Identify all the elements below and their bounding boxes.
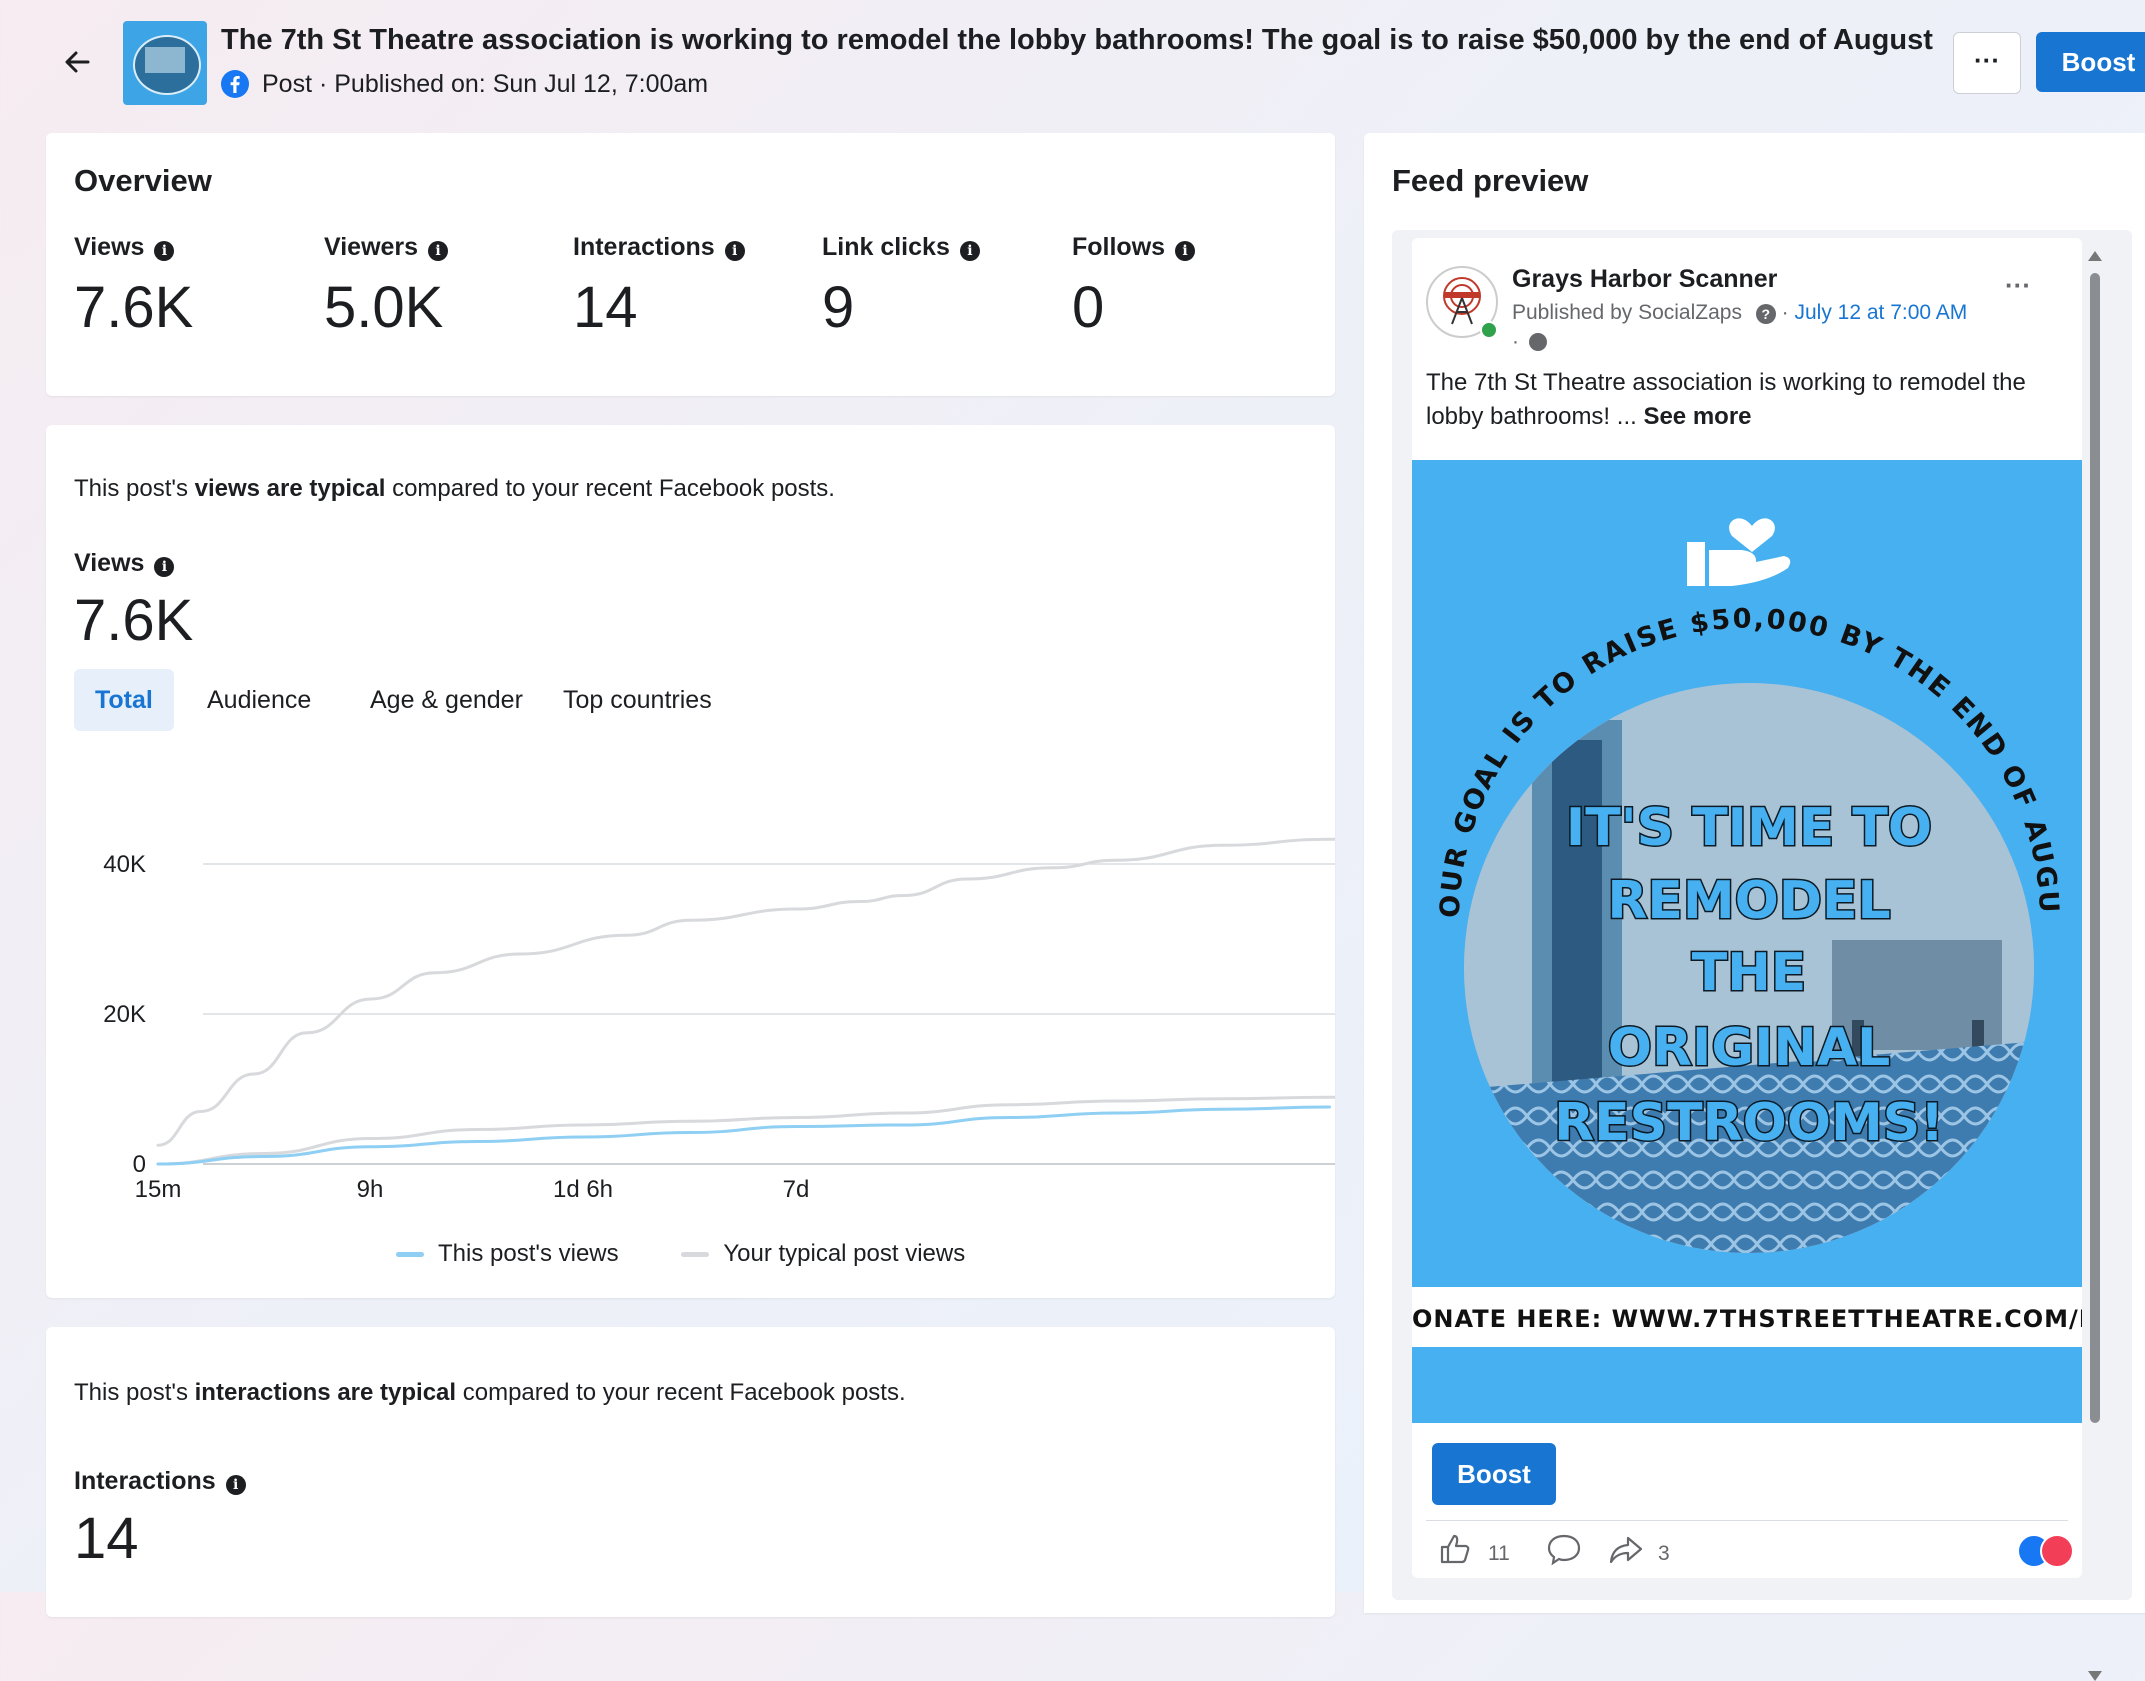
x-tick-label: 1d 6h [553, 1176, 613, 1203]
metric-value: 14 [573, 275, 638, 340]
y-tick-label: 0 [133, 1151, 146, 1178]
info-icon[interactable]: i [154, 240, 175, 261]
metric-label: Link clicks [822, 233, 950, 261]
image-line: ORIGINAL [1608, 1018, 1891, 1078]
boost-header-button[interactable]: Boost [2036, 32, 2145, 92]
online-dot [1480, 321, 1498, 339]
info-icon[interactable]: i [1175, 240, 1196, 261]
metric-follows: Follows i 0 [1072, 233, 1196, 341]
post-text: The 7th St Theatre association is workin… [1426, 366, 2066, 434]
metric-label: Follows [1072, 233, 1166, 261]
metric-label: Views [74, 233, 145, 261]
interactions-card: This post's interactions are typical com… [46, 1327, 1335, 1617]
donate-text: ONATE HERE: WWW.7THSTREETTHEATRE.COM/DON… [1412, 1305, 2082, 1333]
share-count: 3 [1658, 1542, 1670, 1565]
reaction-bar: 11 3 [1432, 1530, 2074, 1571]
published-by: Published by SocialZaps [1512, 301, 1742, 324]
legend-this-post: This post's views [438, 1240, 619, 1267]
metric-value: 0 [1072, 275, 1105, 340]
image-line: REMODEL [1607, 871, 1890, 931]
meta-separator: · [1781, 301, 1789, 324]
overview-card: Overview Views i 7.6K Viewers i 5.0K Inter… [46, 133, 1335, 396]
post-thumbnail [123, 21, 207, 105]
post-date-link[interactable]: July 12 at 7:00 AM [1795, 301, 1968, 324]
facebook-icon [221, 70, 249, 98]
metric-label: Viewers [324, 233, 419, 261]
feed-preview-title: Feed preview [1392, 163, 1589, 198]
like-count: 11 [1488, 1542, 1510, 1565]
help-icon[interactable]: ? [1755, 304, 1776, 324]
metric-value: 7.6K [74, 275, 194, 340]
x-tick-label: 9h [357, 1176, 384, 1203]
like-icon[interactable] [1438, 1532, 1472, 1571]
scrollbar-thumb[interactable] [2090, 273, 2100, 1423]
post-divider [1426, 1520, 2068, 1521]
love-reaction-icon [2040, 1534, 2074, 1568]
scroll-up-icon[interactable] [2088, 251, 2102, 261]
legend-typical: Your typical post views [723, 1240, 966, 1267]
interactions-value: 14 [74, 1506, 139, 1571]
metric-value: 5.0K [324, 275, 444, 340]
globe-icon [1528, 333, 1547, 352]
legend-swatch-this-post [396, 1252, 424, 1258]
info-icon[interactable]: i [428, 240, 449, 261]
post-title: The 7th St Theatre association is workin… [221, 24, 1941, 56]
meta-separator: · [1512, 330, 1519, 353]
summary-text: This post's [74, 1379, 195, 1406]
views-chart: 0 20K 40K 15m 9h 1d 6h 7d [103, 837, 1335, 1203]
post-meta: Published by SocialZaps ? · July 12 at 7… [1512, 301, 1967, 325]
y-tick-label: 20K [103, 1001, 146, 1028]
post-image-graphic: OUR GOAL IS TO RAISE $50,000 BY THE END … [1412, 460, 2082, 1347]
y-tick-label: 40K [103, 851, 146, 878]
feed-post: Grays Harbor Scanner Published by Social… [1412, 238, 2082, 1578]
heart-hand-icon [1687, 518, 1791, 586]
metric-label: Interactions [573, 233, 715, 261]
header-bar: The 7th St Theatre association is workin… [0, 0, 2145, 130]
image-line: RESTROOMS! [1554, 1093, 1944, 1153]
interactions-summary: This post's interactions are typical com… [74, 1379, 906, 1407]
share-icon[interactable] [1608, 1532, 1644, 1571]
see-more-link[interactable]: See more [1643, 403, 1751, 430]
interactions-label-row: Interactions i [74, 1467, 246, 1496]
metric-viewers: Viewers i 5.0K [324, 233, 449, 341]
chart-legend: This post's views Your typical post view… [396, 1240, 965, 1268]
comment-icon[interactable] [1546, 1532, 1582, 1571]
more-options-button[interactable]: ··· [1953, 32, 2021, 94]
metric-value: 9 [822, 275, 855, 340]
metric-link-clicks: Link clicks i 9 [822, 233, 980, 341]
interactions-label: Interactions [74, 1467, 216, 1495]
image-line: IT'S TIME TO [1566, 798, 1932, 858]
summary-bold-text: interactions are typical [194, 1379, 457, 1406]
feed-preview-card: Feed preview Grays Harbor Scanner Publis… [1364, 133, 2145, 1681]
boost-post-button[interactable]: Boost [1432, 1443, 1556, 1505]
post-more-button[interactable]: ··· [2005, 270, 2031, 301]
overview-title: Overview [74, 163, 212, 198]
series-line-this-post [156, 1105, 1331, 1166]
summary-text: compared to your recent Facebook posts. [456, 1379, 906, 1406]
info-icon[interactable]: i [225, 1474, 246, 1495]
info-icon[interactable]: i [959, 240, 980, 261]
x-tick-label: 7d [783, 1176, 810, 1203]
scroll-down-icon[interactable] [2088, 1671, 2102, 1681]
scrollbar[interactable] [2087, 251, 2103, 1681]
post-image[interactable]: OUR GOAL IS TO RAISE $50,000 BY THE END … [1412, 460, 2082, 1423]
back-arrow-icon[interactable] [58, 42, 98, 82]
metric-interactions: Interactions i 14 [573, 233, 745, 341]
info-icon[interactable]: i [724, 240, 745, 261]
page-name[interactable]: Grays Harbor Scanner [1512, 265, 1777, 294]
image-line: THE [1692, 943, 1807, 1003]
post-audience-row: · [1512, 330, 1547, 354]
metric-views: Views i 7.6K [74, 233, 193, 341]
legend-swatch-typical [681, 1252, 710, 1258]
x-tick-label: 15m [135, 1176, 182, 1203]
views-card: This post's views are typical compared t… [46, 425, 1335, 1298]
post-subtitle: Post · Published on: Sun Jul 12, 7:00am [262, 70, 709, 98]
